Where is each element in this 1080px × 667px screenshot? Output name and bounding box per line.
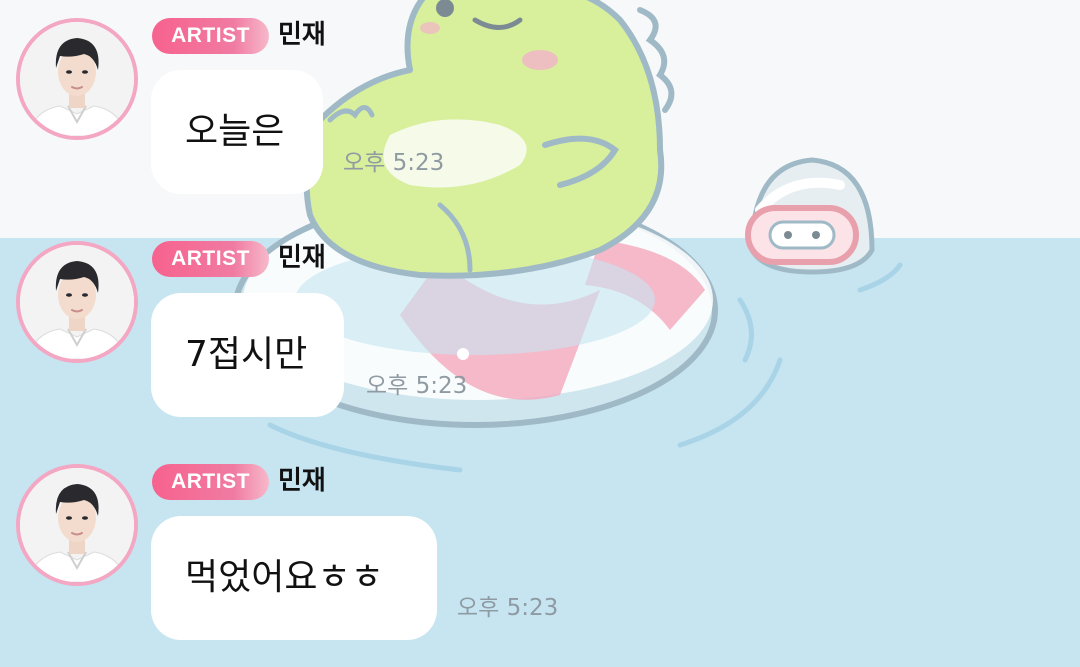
artist-avatar[interactable] — [16, 464, 138, 586]
message-bubble[interactable]: 먹었어요ㅎㅎ — [151, 516, 437, 640]
message-time: 오후 5:23 — [457, 595, 559, 621]
artist-avatar-icon — [20, 468, 134, 582]
message-item: ARTIST 민재 먹었어요ㅎㅎ 오후 5:23 — [0, 446, 1080, 646]
artist-badge: ARTIST — [152, 241, 269, 277]
artist-badge: ARTIST — [152, 464, 269, 500]
sender-name: 민재 — [278, 243, 326, 273]
artist-avatar[interactable] — [16, 241, 138, 363]
sender-name: 민재 — [278, 20, 326, 50]
message-bubble[interactable]: 오늘은 — [151, 70, 323, 194]
artist-avatar[interactable] — [16, 18, 138, 140]
artist-badge: ARTIST — [152, 18, 269, 54]
message-time: 오후 5:23 — [343, 150, 445, 176]
artist-avatar-icon — [20, 22, 134, 136]
sender-name: 민재 — [278, 466, 326, 496]
message-bubble[interactable]: 7접시만 — [151, 293, 344, 417]
message-item: ARTIST 민재 오늘은 오후 5:23 — [0, 0, 1080, 200]
message-item: ARTIST 민재 7접시만 오후 5:23 — [0, 223, 1080, 423]
artist-avatar-icon — [20, 245, 134, 359]
message-time: 오후 5:23 — [366, 373, 468, 399]
